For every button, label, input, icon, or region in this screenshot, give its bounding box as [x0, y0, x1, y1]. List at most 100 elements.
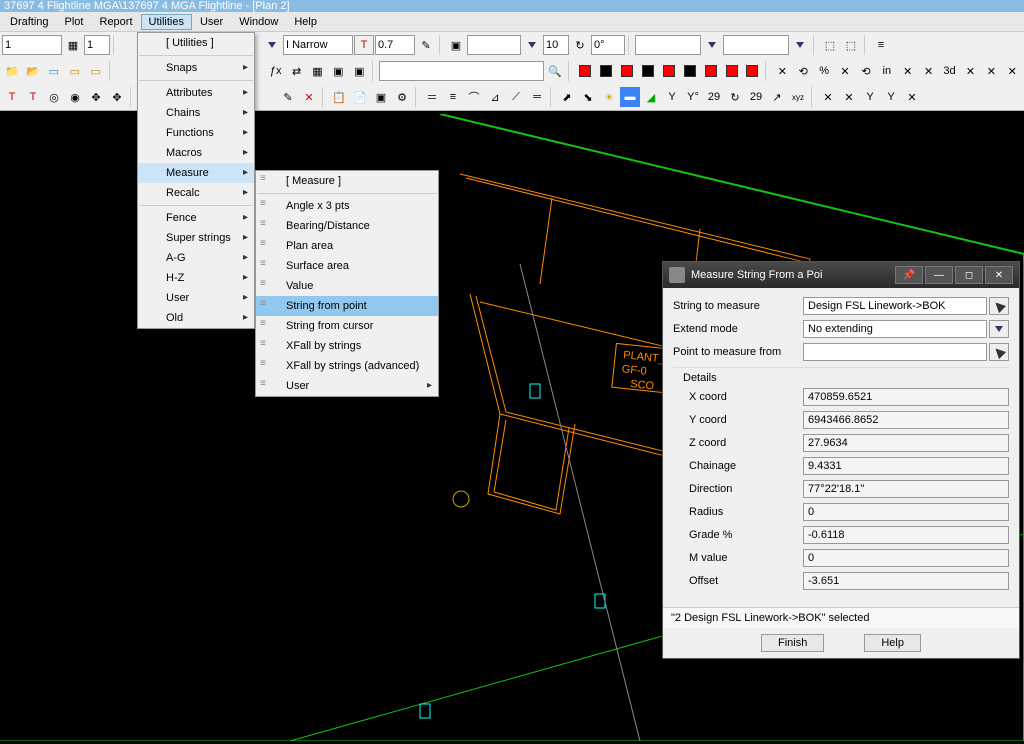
grid-icon[interactable]: ▦	[63, 35, 83, 55]
tool-l[interactable]: ✕	[1002, 61, 1022, 81]
n4-icon[interactable]: Y	[881, 87, 901, 107]
grid2-icon[interactable]: ▦	[308, 61, 328, 81]
tool-c[interactable]: %	[814, 61, 834, 81]
tool-h[interactable]: ✕	[919, 61, 939, 81]
tool-i[interactable]: 3d	[940, 61, 960, 81]
m6-icon[interactable]: Y°	[683, 87, 703, 107]
measure-item-angle-x-pts[interactable]: ≡Angle x 3 pts	[256, 196, 438, 216]
props-icon[interactable]: ⚙	[392, 87, 412, 107]
dropdown2-icon[interactable]	[522, 35, 542, 55]
measure-item-string-from-cursor[interactable]: ≡String from cursor	[256, 316, 438, 336]
line1-icon[interactable]: ＝	[422, 87, 442, 107]
line3-icon[interactable]: ⌒	[464, 87, 484, 107]
layers2-icon[interactable]: ▣	[371, 87, 391, 107]
target-icon[interactable]: ◎	[44, 87, 64, 107]
sun-icon[interactable]: ☀	[599, 87, 619, 107]
dd3-icon[interactable]	[702, 35, 722, 55]
menu-utilities[interactable]: Utilities	[141, 14, 192, 30]
menu-report[interactable]: Report	[92, 14, 141, 30]
m3-icon[interactable]: ▬	[620, 87, 640, 107]
tool-e[interactable]: ⟲	[856, 61, 876, 81]
box3-icon[interactable]: ▭	[86, 61, 106, 81]
icon-b[interactable]: ⬚	[841, 35, 861, 55]
measure-item-bearing-distance[interactable]: ≡Bearing/Distance	[256, 216, 438, 236]
menu-plot[interactable]: Plot	[57, 14, 92, 30]
utilities-item-user[interactable]: User	[138, 288, 254, 308]
m9-icon[interactable]: 29	[746, 87, 766, 107]
rotate-icon[interactable]: ↻	[570, 35, 590, 55]
utilities-item-chains[interactable]: Chains	[138, 103, 254, 123]
move-icon[interactable]: ✥	[86, 87, 106, 107]
tb-sp[interactable]	[543, 35, 569, 55]
tool-f[interactable]: in	[877, 61, 897, 81]
tool-g[interactable]: ✕	[898, 61, 918, 81]
measure-item-xfall-by-strings-advanced-[interactable]: ≡XFall by strings (advanced)	[256, 356, 438, 376]
tool-k[interactable]: ✕	[981, 61, 1001, 81]
line4-icon[interactable]: ⊿	[485, 87, 505, 107]
view-icon[interactable]: ▣	[328, 61, 348, 81]
snap-t2-icon[interactable]: T	[23, 87, 43, 107]
sw1[interactable]	[575, 61, 595, 81]
maximize-icon[interactable]: ◻	[955, 266, 983, 284]
field-string-to-measure[interactable]: Design FSL Linework->BOK	[803, 297, 987, 315]
folder2-icon[interactable]: 📂	[23, 61, 43, 81]
sw8[interactable]	[722, 61, 742, 81]
sw5[interactable]	[659, 61, 679, 81]
edit-a-icon[interactable]: ✎	[278, 87, 298, 107]
n3-icon[interactable]: Y	[860, 87, 880, 107]
m5-icon[interactable]: Y	[662, 87, 682, 107]
narrow-select[interactable]	[283, 35, 353, 55]
align-icon[interactable]: ≡	[871, 35, 891, 55]
pin-icon[interactable]: 📌	[895, 266, 923, 284]
sw4[interactable]	[638, 61, 658, 81]
utilities-item--utilities-[interactable]: [ Utilities ]	[138, 33, 254, 53]
tb-angle[interactable]	[591, 35, 625, 55]
folder-icon[interactable]: 📁	[2, 61, 22, 81]
dialog-titlebar[interactable]: Measure String From a Poi 📌 — ◻ ✕	[663, 262, 1019, 288]
finish-button[interactable]: Finish	[761, 634, 824, 652]
sw9[interactable]	[742, 61, 762, 81]
sw6[interactable]	[680, 61, 700, 81]
tb-tval[interactable]	[375, 35, 415, 55]
measure-item-plan-area[interactable]: ≡Plan area	[256, 236, 438, 256]
tool-j[interactable]: ✕	[961, 61, 981, 81]
measure-item-string-from-point[interactable]: ≡String from point	[256, 296, 438, 316]
m8-icon[interactable]: ↻	[725, 87, 745, 107]
tool-a[interactable]: ✕	[772, 61, 792, 81]
sym-icon[interactable]: ⇄	[287, 61, 307, 81]
tool-b[interactable]: ⟲	[793, 61, 813, 81]
sw3[interactable]	[617, 61, 637, 81]
utilities-item-a-g[interactable]: A-G	[138, 248, 254, 268]
utilities-item-h-z[interactable]: H-Z	[138, 268, 254, 288]
menu-help[interactable]: Help	[286, 14, 325, 30]
tb-blank1[interactable]	[467, 35, 521, 55]
measure-item-surface-area[interactable]: ≡Surface area	[256, 256, 438, 276]
dropdown-icon[interactable]	[262, 35, 282, 55]
field-point[interactable]	[803, 343, 987, 361]
line2-icon[interactable]: ≡	[443, 87, 463, 107]
tool-d[interactable]: ✕	[835, 61, 855, 81]
pick-string-icon[interactable]	[989, 297, 1009, 315]
bold-t-icon[interactable]: T	[354, 35, 374, 55]
icon-a[interactable]: ⬚	[820, 35, 840, 55]
m7-icon[interactable]: 29	[704, 87, 724, 107]
layers-icon[interactable]: ▣	[446, 35, 466, 55]
paste-icon[interactable]: 📄	[350, 87, 370, 107]
target2-icon[interactable]: ◉	[65, 87, 85, 107]
utilities-item-snaps[interactable]: Snaps	[138, 58, 254, 78]
utilities-item-macros[interactable]: Macros	[138, 143, 254, 163]
menu-window[interactable]: Window	[231, 14, 286, 30]
pencil-icon[interactable]: ✎	[416, 35, 436, 55]
m1-icon[interactable]: ⬈	[557, 87, 577, 107]
tb-input-1[interactable]	[2, 35, 62, 55]
m4-icon[interactable]: ◢	[641, 87, 661, 107]
box-icon[interactable]: ▭	[44, 61, 64, 81]
tb-blank2[interactable]	[635, 35, 701, 55]
dd4-icon[interactable]	[790, 35, 810, 55]
utilities-item-recalc[interactable]: Recalc	[138, 183, 254, 203]
measure-item--measure-[interactable]: ≡[ Measure ]	[256, 171, 438, 191]
sw7[interactable]	[701, 61, 721, 81]
tb-blank3[interactable]	[723, 35, 789, 55]
pick-point-icon[interactable]	[989, 343, 1009, 361]
measure-item-value[interactable]: ≡Value	[256, 276, 438, 296]
